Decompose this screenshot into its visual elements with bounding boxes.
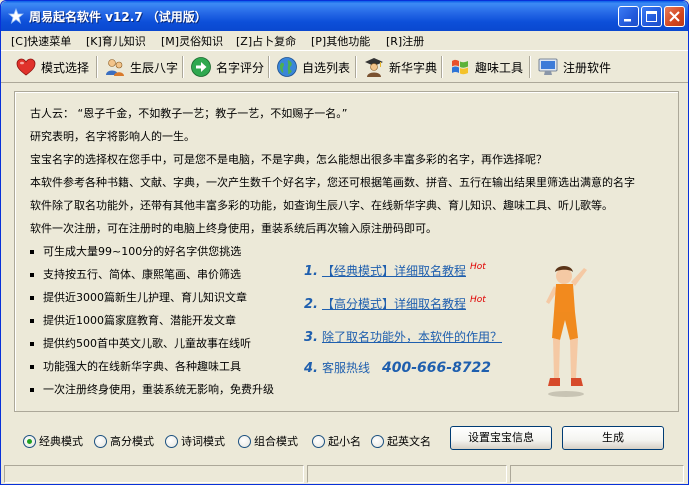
close-button[interactable] [664,6,685,27]
status-bar [1,463,688,484]
tool-label: 自选列表 [302,60,351,75]
customer-hotline: 4. 客服热线 400-666-8722 [304,360,492,376]
maximize-button[interactable] [641,6,662,27]
radio-english-name-mode[interactable]: 起英文名 [371,433,431,449]
menu-bar: [C]快速菜单 [K]育儿知识 [M]灵俗知识 [Z]占卜复命 [P]其他功能 … [1,31,688,49]
radio-icon [94,434,107,448]
status-panel [4,465,304,483]
menu-parenting[interactable]: [K]育儿知识 [86,33,146,49]
bullet-icon [30,342,34,346]
radio-poetry-mode[interactable]: 诗词模式 [165,433,225,449]
globe-icon [277,57,297,77]
waving-girl-illustration [546,266,587,397]
radio-icon [165,434,178,448]
toolbar-separator [355,56,357,78]
bullet-icon [30,388,34,392]
info-panel: 古人云： “恩子千金，不如教子一艺；教子一艺，不如赐子一名。” 研究表明，名字将… [14,91,679,412]
menu-other[interactable]: [P]其他功能 [311,33,370,49]
radio-nickname-mode[interactable]: 起小名 [312,433,361,449]
menu-quick[interactable]: [C]快速菜单 [11,33,71,49]
tool-label: 新华字典 [389,60,438,75]
hot-badge: Hot [470,295,486,305]
toolbar-separator [529,56,531,78]
toolbar-separator [96,56,98,78]
tool-register[interactable]: 注册软件 [537,54,611,80]
radio-classic-mode[interactable]: 经典模式 [23,433,83,449]
close-icon [669,11,680,22]
maximize-icon [646,11,657,22]
app-window: 周易起名软件 v12.7 （试用版） [C]快速菜单 [K]育儿知识 [M]灵俗… [0,0,689,485]
generate-button[interactable]: 生成 [562,426,664,450]
tool-label: 名字评分 [216,60,265,75]
status-panel [510,465,684,483]
intro-line: 研究表明，名字将影响人的一生。 [30,130,195,143]
set-baby-info-button[interactable]: 设置宝宝信息 [450,426,552,450]
scholar-icon [365,58,383,77]
tool-mode-select[interactable]: 模式选择 [15,54,89,80]
star-app-icon [8,8,24,24]
minimize-icon [624,19,631,22]
hotline-number: 400-666-8722 [382,360,492,376]
intro-line: 宝宝名字的选择权在您手中，可是您不是电脑，不是字典，怎么能想出很多丰富多彩的名字… [30,153,547,166]
window-title: 周易起名软件 v12.7 （试用版） [29,10,207,24]
tool-label: 注册软件 [563,60,612,75]
tool-label: 模式选择 [41,60,90,75]
menu-customs[interactable]: [M]灵俗知识 [161,33,223,49]
tool-custom-list[interactable]: 自选列表 [276,54,350,80]
status-panel [307,465,507,483]
menu-divination[interactable]: [Z]占卜复命 [236,33,296,49]
arrow-right-icon [191,57,211,77]
feature-item: 提供约500首中英文儿歌、儿童故事在线听 [30,335,251,351]
intro-line: 软件一次注册，可在注册时的电脑上终身使用，重装系统后再次输入原注册码即可。 [30,222,437,235]
tool-fun-tools[interactable]: 趣味工具 [449,54,523,80]
radio-icon [312,434,325,448]
intro-quote: 古人云： “恩子千金，不如教子一艺；教子一艺，不如赐子一名。” [30,107,348,120]
bullet-icon [30,319,34,323]
bullet-icon [30,273,34,277]
intro-line: 软件除了取名功能外，还带有其他丰富多彩的功能，如查询生辰八字、在线新华字典、育儿… [30,199,613,212]
feature-item: 可生成大量99~100分的好名字供您挑选 [30,243,241,259]
tool-dictionary[interactable]: 新华字典 [363,54,437,80]
toolbar-separator [268,56,270,78]
bullet-icon [30,296,34,300]
tool-birth-chart[interactable]: 生辰八字 [104,54,178,80]
radio-combo-mode[interactable]: 组合模式 [238,433,298,449]
radio-highscore-mode[interactable]: 高分模式 [94,433,154,449]
feature-item: 支持按五行、简体、康熙笔画、串价筛选 [30,266,241,282]
feature-item: 提供近1000篇家庭教育、潜能开发文章 [30,312,236,328]
link-software-features[interactable]: 3. 除了取名功能外，本软件的作用？ [304,328,502,345]
feature-item: 提供近3000篇新生儿护理、育儿知识文章 [30,289,247,305]
bullet-icon [30,250,34,254]
people-icon [106,59,124,76]
toolbar-separator [441,56,443,78]
intro-line: 本软件参考各种书籍、文献、字典，一次产生数千个好名字，您还可根据笔画数、拼音、五… [30,176,635,189]
minimize-button[interactable] [618,6,639,27]
feature-item: 一次注册终身使用，重装系统无影响，免费升级 [30,381,274,397]
feature-item: 功能强大的在线新华字典、各种趣味工具 [30,358,241,374]
radio-selected-icon [23,434,36,448]
monitor-icon [538,58,558,75]
bullet-icon [30,365,34,369]
tool-label: 趣味工具 [475,60,524,75]
heart-icon [16,58,36,76]
toolbar: 模式选择 生辰八字 名字评分 自选列表 新华字典 趣味工具 注册软件 [1,50,688,83]
windows-flag-icon [452,59,468,75]
toolbar-separator [182,56,184,78]
link-highscore-tutorial[interactable]: 2. 【高分模式】详细取名教程 Hot [304,295,486,312]
menu-register[interactable]: [R]注册 [386,33,424,49]
title-bar[interactable]: 周易起名软件 v12.7 （试用版） [1,1,688,31]
tool-name-score[interactable]: 名字评分 [190,54,264,80]
link-classic-tutorial[interactable]: 1. 【经典模式】详细取名教程 Hot [304,262,486,279]
hot-badge: Hot [470,262,486,272]
tool-label: 生辰八字 [130,60,179,75]
radio-icon [371,434,384,448]
radio-icon [238,434,251,448]
